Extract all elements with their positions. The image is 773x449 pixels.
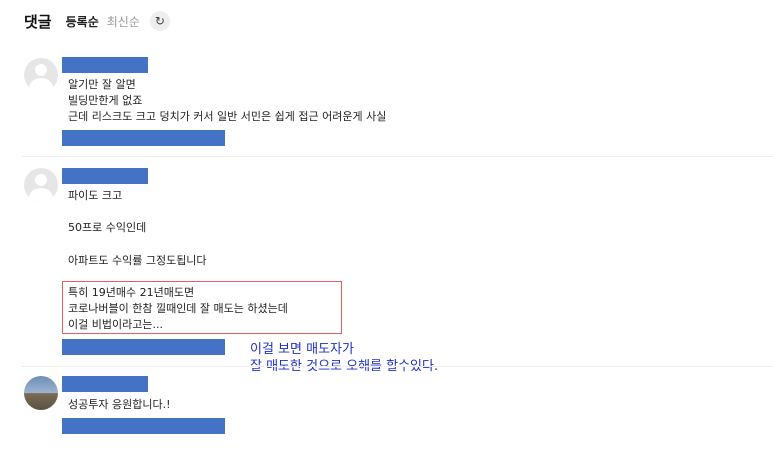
comment-text-line: 아파트도 수익률 그정도됩니다 [68,254,207,267]
comment-text-line: 코로나버블이 한참 낄때인데 잘 매도는 하셨는데 [68,302,288,315]
comment-text-line: 성공투자 응원합니다.! [68,398,171,411]
redacted-comment-meta[interactable] [62,130,225,146]
comment-divider [22,156,773,157]
comment-text-line: 50프로 수익인데 [68,221,147,234]
redacted-comment-meta[interactable] [62,339,225,355]
redacted-username[interactable] [62,376,148,392]
sort-latest-tab[interactable]: 최신순 [107,13,140,30]
comment-text-line: 알기만 잘 알면 [68,78,136,91]
redacted-comment-meta[interactable] [62,418,225,434]
annotation-note: 이걸 보면 매도자가 잘 매도한 것으로 오해를 할수있다. [250,341,438,375]
avatar[interactable] [24,58,58,92]
avatar[interactable] [24,168,58,202]
comment-divider [22,366,773,367]
comment-text-line: 파이도 크고 [68,189,123,202]
sort-registered-tab[interactable]: 등록순 [66,13,99,30]
comment-text-line: 특히 19년매수 21년매도면 [68,286,195,299]
refresh-icon[interactable]: ↻ [149,11,170,31]
comment-text-line: 빌딩만한게 없죠 [68,94,143,107]
annotation-line: 이걸 보면 매도자가 [250,342,354,357]
comments-header: 댓글 등록순 최신순 ↻ [24,10,170,32]
redacted-username[interactable] [62,57,148,73]
avatar[interactable] [24,376,58,410]
comment-text-line: 근데 리스크도 크고 덩치가 커서 일반 서민은 쉽게 접근 어려운게 사실 [68,110,387,123]
comments-title: 댓글 [24,12,52,31]
redacted-username[interactable] [62,168,148,184]
comment-text-line: 이걸 비법이라고는... [68,318,163,331]
